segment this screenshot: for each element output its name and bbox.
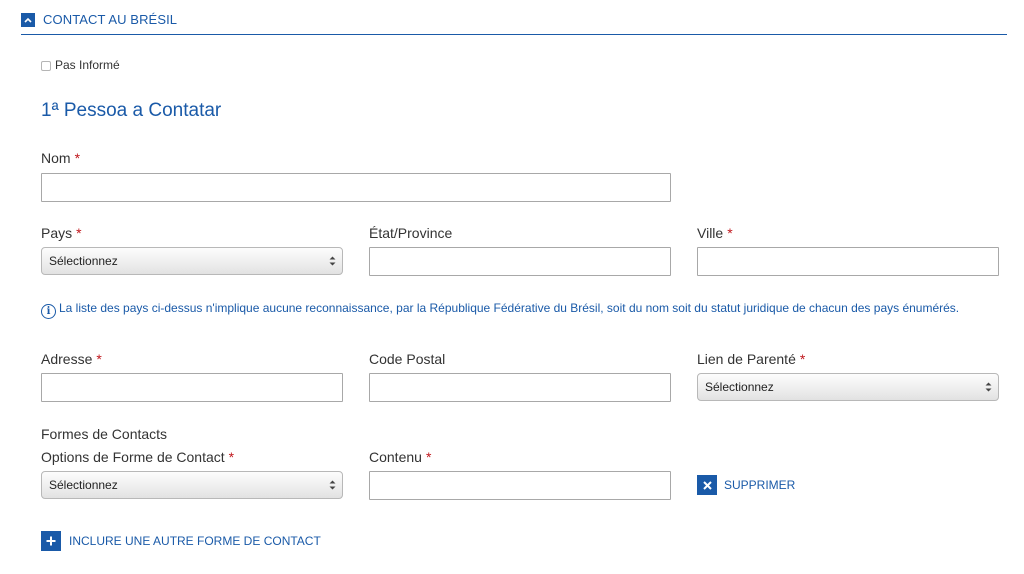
kinship-label: Lien de Parenté * (697, 351, 805, 367)
kinship-select[interactable]: Sélectionnez (697, 373, 999, 401)
content-label-text: Contenu (369, 449, 422, 465)
city-input[interactable] (697, 247, 999, 276)
disclaimer-text: La liste des pays ci-dessus n'implique a… (59, 301, 960, 315)
required-marker: * (727, 225, 733, 241)
contact-option-label: Options de Forme de Contact * (41, 449, 234, 465)
select-arrows-icon (329, 480, 336, 490)
country-select[interactable]: Sélectionnez (41, 247, 343, 275)
section-title: CONTACT AU BRÉSIL (43, 12, 178, 27)
city-label-text: Ville (697, 225, 724, 241)
contact-option-label-text: Options de Forme de Contact (41, 449, 225, 465)
city-label: Ville * (697, 225, 733, 241)
remove-contact-button[interactable]: SUPPRIMER (697, 475, 795, 495)
address-input[interactable] (41, 373, 343, 402)
country-label-text: Pays (41, 225, 73, 241)
state-input[interactable] (369, 247, 671, 276)
required-marker: * (228, 449, 235, 465)
contact-option-select-value: Sélectionnez (49, 478, 118, 492)
not-informed-label: Pas Informé (55, 58, 120, 72)
contact-forms-heading: Formes de Contacts (41, 426, 168, 442)
state-label-text: État/Province (369, 225, 453, 241)
content-input[interactable] (369, 471, 671, 500)
state-label: État/Province (369, 225, 452, 241)
add-contact-form-button[interactable]: INCLURE UNE AUTRE FORME DE CONTACT (41, 531, 321, 551)
country-select-value: Sélectionnez (49, 254, 118, 268)
contact-option-select[interactable]: Sélectionnez (41, 471, 343, 499)
collapse-toggle-button[interactable] (21, 13, 35, 27)
content-label: Contenu * (369, 449, 431, 465)
select-arrows-icon (329, 256, 336, 266)
kinship-select-value: Sélectionnez (705, 380, 774, 394)
postal-input[interactable] (369, 373, 671, 402)
postal-label-text: Code Postal (369, 351, 446, 367)
address-label-text: Adresse (41, 351, 93, 367)
chevron-up-icon (24, 17, 32, 23)
required-marker: * (96, 351, 102, 367)
required-marker: * (799, 351, 806, 367)
not-informed-row: Pas Informé (41, 58, 120, 72)
required-marker: * (74, 150, 81, 166)
add-contact-form-label: INCLURE UNE AUTRE FORME DE CONTACT (69, 534, 321, 548)
country-label: Pays * (41, 225, 82, 241)
select-arrows-icon (985, 382, 992, 392)
name-label: Nom * (41, 150, 80, 166)
name-input[interactable] (41, 173, 671, 202)
person-title: 1ª Pessoa a Contatar (41, 100, 222, 121)
country-disclaimer: i La liste des pays ci-dessus n'implique … (41, 299, 981, 319)
required-marker: * (76, 225, 82, 241)
not-informed-checkbox[interactable] (41, 61, 51, 71)
plus-icon (41, 531, 61, 551)
required-marker: * (425, 449, 432, 465)
info-icon: i (41, 304, 56, 319)
remove-contact-label: SUPPRIMER (724, 478, 796, 492)
name-label-text: Nom (41, 150, 71, 166)
postal-label: Code Postal (369, 351, 445, 367)
section-header: CONTACT AU BRÉSIL (21, 10, 1007, 35)
kinship-label-text: Lien de Parenté (697, 351, 796, 367)
address-label: Adresse * (41, 351, 102, 367)
close-icon (697, 475, 717, 495)
